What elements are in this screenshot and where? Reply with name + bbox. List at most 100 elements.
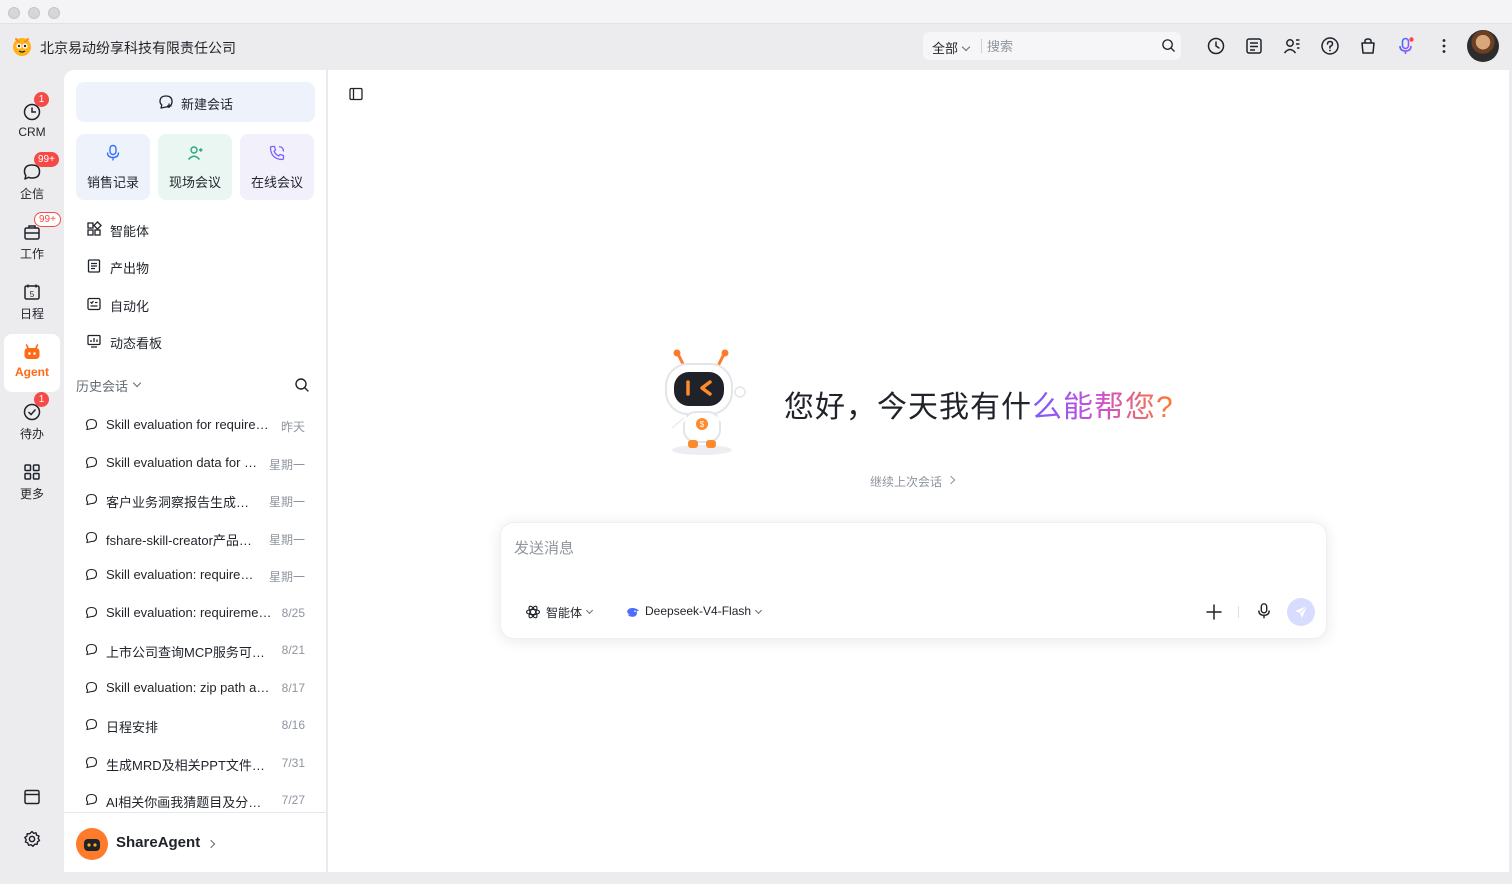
help-icon[interactable] bbox=[1320, 36, 1340, 56]
nav-item-schedule[interactable]: 5 日程 bbox=[4, 274, 60, 332]
agent-icon bbox=[24, 344, 40, 359]
shareagent-profile[interactable]: ShareAgent bbox=[64, 812, 326, 872]
shareagent-avatar bbox=[76, 828, 108, 860]
history-item-title: 客户业务洞察报告生成… bbox=[106, 495, 250, 510]
window-icon[interactable] bbox=[22, 787, 42, 807]
nav-item-agent[interactable]: Agent bbox=[4, 334, 60, 392]
minimize-window-button[interactable] bbox=[28, 7, 40, 19]
chat-bubble-icon bbox=[85, 793, 98, 806]
model-selector[interactable]: Deepseek-V4-Flash bbox=[625, 601, 775, 623]
close-window-button[interactable] bbox=[8, 7, 20, 19]
app-logo-icon bbox=[13, 38, 31, 56]
send-button[interactable] bbox=[1287, 598, 1315, 626]
svg-text:5: 5 bbox=[30, 290, 35, 299]
zoom-window-button[interactable] bbox=[48, 7, 60, 19]
quick-action-label: 在线会议 bbox=[250, 175, 303, 190]
greeting-part-1: 您好，今天我有什 bbox=[784, 391, 1032, 424]
history-item-date: 7/27 bbox=[281, 793, 305, 807]
history-item-title: Skill evaluation: requireme… bbox=[106, 604, 272, 620]
quick-action-sales-record[interactable]: 销售记录 bbox=[76, 134, 150, 200]
history-item[interactable]: 生成MRD及相关PPT文件… 7/31 bbox=[76, 744, 315, 780]
search-icon[interactable] bbox=[1161, 38, 1176, 53]
history-item-title: 生成MRD及相关PPT文件… bbox=[106, 757, 265, 773]
search-divider bbox=[981, 39, 982, 53]
quick-action-online-meeting[interactable]: 在线会议 bbox=[240, 134, 314, 200]
nav-badge: 1 bbox=[34, 392, 49, 407]
nav-item-more[interactable]: 更多 bbox=[4, 454, 60, 512]
history-item[interactable]: Skill evaluation: zip path a… 8/17 bbox=[76, 669, 315, 705]
nav-label: Agent bbox=[15, 365, 49, 379]
chat-bubble-icon bbox=[85, 531, 98, 543]
history-item-title: fshare-skill-creator产品… bbox=[106, 532, 252, 548]
history-item[interactable]: fshare-skill-creator产品… 星期一 bbox=[76, 519, 315, 555]
menu-item-outputs[interactable]: 产出物 bbox=[76, 250, 315, 282]
history-item[interactable]: 上市公司查询MCP服务可… 8/21 bbox=[76, 631, 315, 667]
history-item[interactable]: AI相关你画我猜题目及分… 7/27 bbox=[76, 781, 315, 812]
model-selector-label: Deepseek-V4-Flash bbox=[645, 604, 752, 618]
menu-item-label: 自动化 bbox=[110, 299, 150, 314]
history-item[interactable]: Skill evaluation data for … 星期一 bbox=[76, 444, 315, 480]
message-input[interactable] bbox=[514, 537, 1294, 577]
menu-item-label: 产出物 bbox=[110, 261, 150, 276]
nav-label: 企信 bbox=[19, 187, 44, 201]
nav-item-work[interactable]: 99+ 工作 bbox=[4, 212, 61, 272]
history-item-date: 星期一 bbox=[268, 532, 305, 547]
document-icon bbox=[87, 259, 101, 273]
nav-badge: 99+ bbox=[34, 152, 59, 167]
left-nav: 1 CRM 99+ 企信 99+ 工作 5 日程 Agent 1 待办 更多 bbox=[0, 70, 64, 884]
nav-item-todo[interactable]: 1 待办 bbox=[4, 392, 60, 452]
chat-bubble-icon bbox=[85, 493, 98, 506]
menu-item-dashboard[interactable]: 动态看板 bbox=[76, 325, 315, 357]
menu-item-automation[interactable]: 自动化 bbox=[76, 288, 315, 320]
contacts-icon[interactable] bbox=[1282, 36, 1302, 56]
history-icon[interactable] bbox=[1206, 36, 1226, 56]
chevron-down-icon bbox=[961, 42, 971, 52]
main-chat-area: $ 您好，今天我有什么能帮您? 继续上次会话 智能体 Deepseek-V4-F… bbox=[328, 70, 1509, 872]
agent-face-icon bbox=[84, 839, 100, 851]
more-icon[interactable] bbox=[1434, 36, 1454, 56]
new-chat-label: 新建会话 bbox=[181, 97, 234, 112]
new-chat-button[interactable]: 新建会话 bbox=[76, 82, 315, 122]
search-scope-select[interactable]: 全部 bbox=[932, 38, 958, 57]
nav-item-qixin[interactable]: 99+ 企信 bbox=[4, 152, 60, 212]
shop-icon[interactable] bbox=[1358, 36, 1378, 56]
settings-icon[interactable] bbox=[22, 829, 42, 849]
continue-last-chat-link[interactable]: 继续上次会话 bbox=[870, 473, 942, 490]
agent-selector[interactable]: 智能体 bbox=[525, 601, 601, 623]
chevron-right-icon bbox=[946, 475, 956, 485]
chevron-down-icon bbox=[132, 378, 142, 388]
history-item-title: 上市公司查询MCP服务可… bbox=[106, 645, 265, 660]
search-icon[interactable] bbox=[294, 377, 310, 393]
chat-bubble-icon bbox=[85, 718, 98, 731]
toggle-sidebar-icon[interactable] bbox=[348, 86, 364, 102]
nav-item-crm[interactable]: 1 CRM bbox=[4, 92, 60, 152]
user-avatar[interactable] bbox=[1467, 30, 1499, 62]
history-item-date: 昨天 bbox=[280, 420, 305, 434]
add-attachment-icon[interactable] bbox=[1205, 603, 1223, 621]
history-item[interactable]: Skill evaluation for require… 昨天 bbox=[76, 406, 315, 442]
history-header[interactable]: 历史会话 bbox=[76, 376, 128, 395]
voice-assistant-icon[interactable] bbox=[1396, 36, 1416, 56]
history-item[interactable]: Skill evaluation: require… 星期一 bbox=[76, 556, 315, 592]
notes-icon[interactable] bbox=[1244, 36, 1264, 56]
phone-icon bbox=[269, 145, 285, 161]
nav-label: 工作 bbox=[19, 247, 44, 261]
chat-bubble-icon bbox=[85, 418, 98, 431]
nav-label: CRM bbox=[18, 125, 46, 139]
history-item[interactable]: Skill evaluation: requireme… 8/25 bbox=[76, 594, 315, 630]
grid-icon bbox=[24, 464, 40, 480]
nav-label: 待办 bbox=[19, 427, 44, 441]
history-item[interactable]: 客户业务洞察报告生成… 星期一 bbox=[76, 481, 315, 517]
quick-action-label: 销售记录 bbox=[86, 175, 139, 190]
history-item[interactable]: 日程安排 8/16 bbox=[76, 706, 315, 742]
chat-bubble-icon bbox=[85, 606, 98, 618]
chat-bubble-icon bbox=[85, 643, 98, 656]
search-input[interactable] bbox=[987, 36, 1147, 56]
calendar-icon: 5 bbox=[24, 284, 40, 300]
quick-action-onsite-meeting[interactable]: 现场会议 bbox=[158, 134, 232, 200]
composer-divider bbox=[1238, 606, 1239, 618]
menu-item-agents[interactable]: 智能体 bbox=[76, 213, 315, 245]
voice-input-icon[interactable] bbox=[1255, 602, 1273, 620]
history-item-date: 8/21 bbox=[281, 643, 305, 657]
agent-sidebar: 新建会话 销售记录 现场会议 在线会议 智能体 产出物 自动化 动态看板 历史会… bbox=[64, 70, 327, 872]
